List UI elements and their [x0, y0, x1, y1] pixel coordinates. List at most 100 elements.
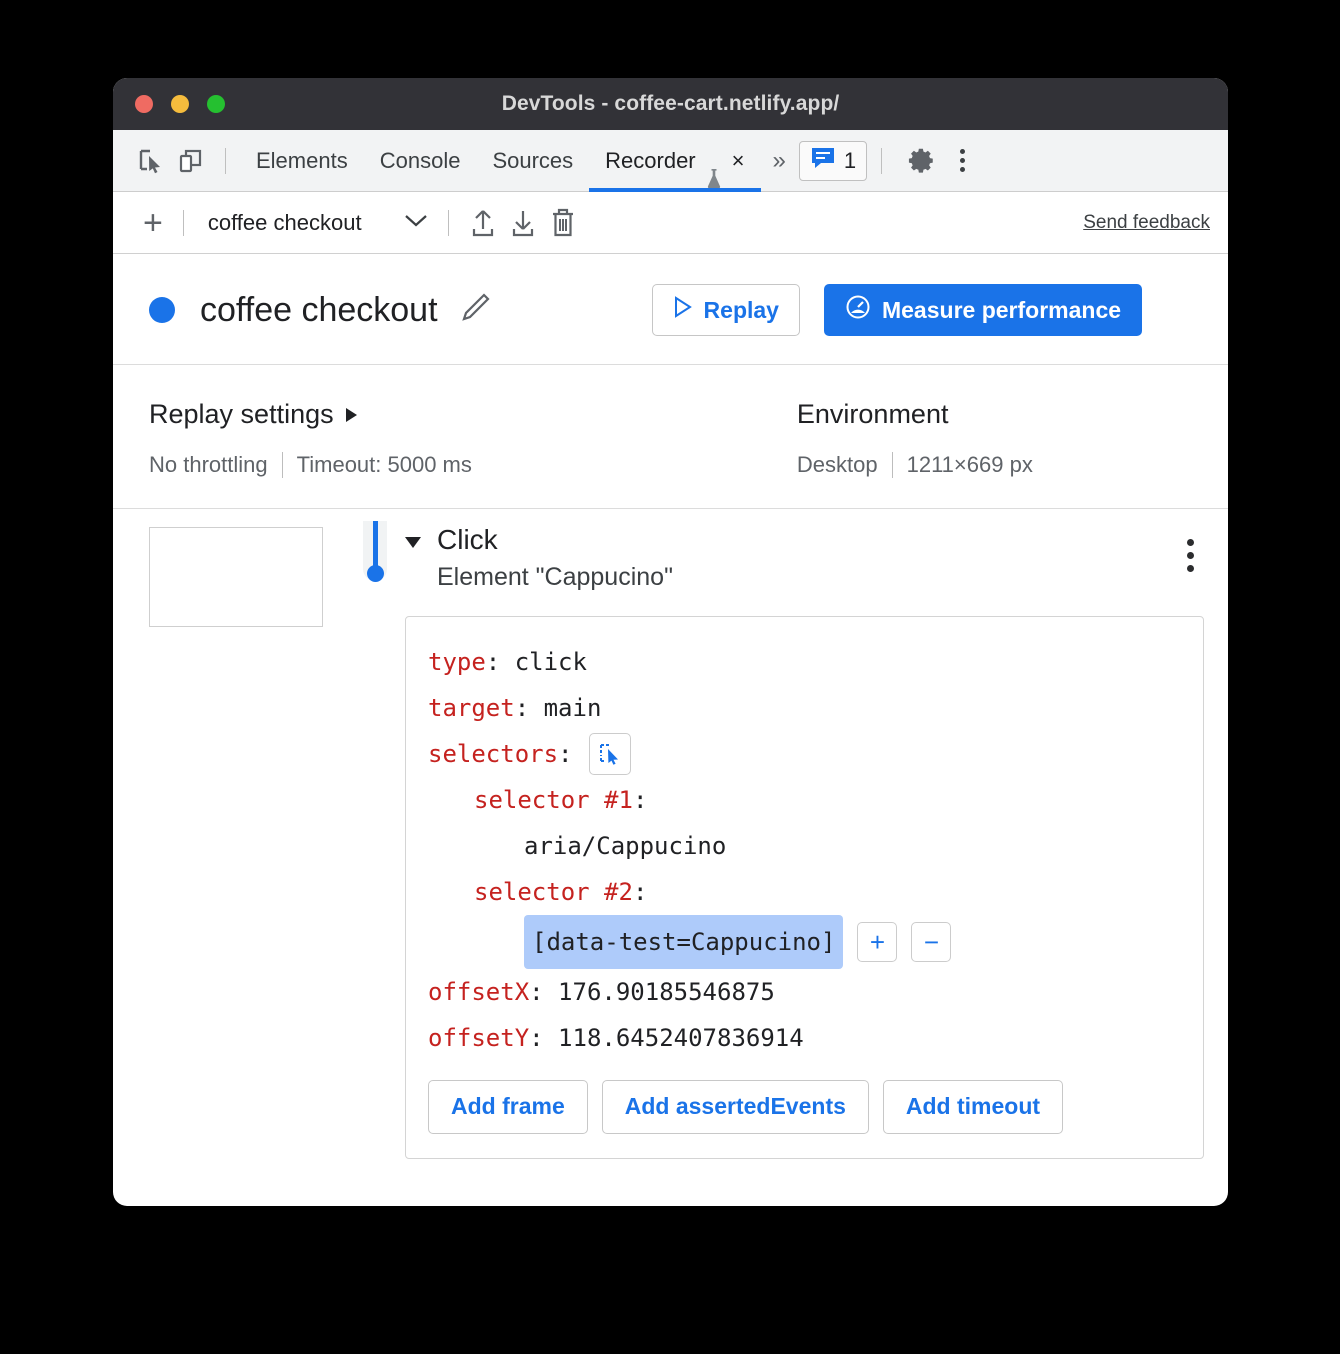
measure-performance-label: Measure performance — [882, 297, 1121, 324]
recording-selector-label[interactable]: coffee checkout — [208, 210, 362, 236]
code-key: selector #1 — [474, 777, 633, 823]
step-body: Click Element "Cappucino" type: click ta… — [405, 521, 1228, 1159]
kebab-menu-icon[interactable] — [942, 141, 982, 181]
tab-label: Elements — [256, 148, 348, 173]
value-divider — [892, 452, 893, 478]
tab-console[interactable]: Console — [364, 130, 477, 192]
selector-inspect-icon[interactable] — [589, 733, 631, 775]
selector-1-text[interactable]: aria/Cappucino — [524, 823, 726, 869]
step-menu-icon[interactable] — [1187, 521, 1204, 572]
tab-elements[interactable]: Elements — [240, 130, 364, 192]
code-value: : — [558, 731, 572, 777]
environment-label: Environment — [797, 399, 949, 430]
measure-performance-button[interactable]: Measure performance — [824, 284, 1142, 336]
replay-label: Replay — [704, 297, 779, 324]
issues-count: 1 — [844, 148, 856, 174]
code-value: : — [633, 777, 647, 823]
add-frame-button[interactable]: Add frame — [428, 1080, 588, 1134]
code-key: offsetY — [428, 1015, 529, 1061]
code-value[interactable]: : click — [486, 639, 587, 685]
performance-gauge-icon — [845, 294, 871, 326]
add-asserted-events-button[interactable]: Add assertedEvents — [602, 1080, 869, 1134]
step-screenshot-placeholder — [149, 527, 323, 627]
code-value: : — [633, 869, 647, 915]
window-title: DevTools - coffee-cart.netlify.app/ — [502, 92, 840, 116]
replay-button[interactable]: Replay — [652, 284, 800, 336]
code-value[interactable]: : 176.90185546875 — [529, 969, 775, 1015]
value-divider — [282, 452, 283, 478]
add-attribute-buttons: Add frame Add assertedEvents Add timeout — [406, 1062, 1203, 1134]
device-type-value: Desktop — [797, 452, 878, 478]
devtools-tab-strip: Elements Console Sources Recorder × — [113, 130, 1228, 192]
settings-row: Replay settings No throttling Timeout: 5… — [113, 365, 1228, 509]
step-timeline — [345, 521, 405, 1159]
code-key: selectors — [428, 731, 558, 777]
devtools-window: DevTools - coffee-cart.netlify.app/ Elem… — [113, 78, 1228, 1206]
step-row: Click Element "Cappucino" type: click ta… — [113, 509, 1228, 1159]
add-selector-button[interactable]: + — [857, 922, 897, 962]
new-recording-button[interactable]: + — [137, 206, 169, 240]
step-header[interactable]: Click Element "Cappucino" — [405, 521, 1204, 592]
code-key: offsetX — [428, 969, 529, 1015]
upload-icon[interactable] — [463, 203, 503, 243]
pencil-icon[interactable] — [458, 291, 492, 330]
step-subtitle: Element "Cappucino" — [437, 563, 673, 592]
environment-heading: Environment — [797, 399, 1033, 430]
device-toolbar-icon[interactable] — [171, 141, 211, 181]
tab-sources[interactable]: Sources — [476, 130, 589, 192]
window-controls[interactable] — [135, 95, 225, 113]
page-title: coffee checkout — [200, 291, 438, 330]
message-bubble-icon — [810, 146, 836, 175]
download-icon[interactable] — [503, 203, 543, 243]
play-triangle-icon — [673, 296, 693, 324]
minimize-window-button[interactable] — [171, 95, 189, 113]
recorder-toolbar: + coffee checkout — [113, 192, 1228, 254]
toolbar-divider-2 — [881, 148, 882, 174]
selector-2-text[interactable]: [data-test=Cappucino] — [524, 915, 843, 969]
trash-icon[interactable] — [543, 203, 583, 243]
add-timeout-button[interactable]: Add timeout — [883, 1080, 1063, 1134]
step-details-card: type: click target: main selectors: — [405, 616, 1204, 1159]
recording-status-dot — [149, 297, 175, 323]
environment-values: Desktop 1211×669 px — [797, 452, 1033, 478]
code-line-selectors: selectors: — [406, 731, 1203, 777]
chevron-down-icon[interactable] — [404, 211, 428, 234]
code-key: target — [428, 685, 515, 731]
screen-root: DevTools - coffee-cart.netlify.app/ Elem… — [0, 0, 1340, 1354]
code-value[interactable]: : 118.6452407836914 — [529, 1015, 804, 1061]
replay-settings-column: Replay settings No throttling Timeout: 5… — [149, 399, 472, 478]
close-window-button[interactable] — [135, 95, 153, 113]
gear-icon[interactable] — [902, 141, 942, 181]
replay-settings-label: Replay settings — [149, 399, 334, 430]
chevron-double-right-icon[interactable]: » — [761, 147, 795, 175]
code-line-target: target: main — [406, 685, 1203, 731]
flask-icon — [706, 151, 722, 171]
chevron-right-icon — [346, 408, 357, 422]
remove-selector-button[interactable]: − — [911, 922, 951, 962]
throttling-value: No throttling — [149, 452, 268, 478]
recording-header: coffee checkout Replay — [113, 254, 1228, 365]
replay-settings-toggle[interactable]: Replay settings — [149, 399, 472, 430]
timeline-step-dot — [367, 565, 384, 582]
code-line-offsety: offsetY: 118.6452407836914 — [406, 1015, 1203, 1061]
code-line-selector1-value[interactable]: aria/Cappucino — [406, 823, 1203, 869]
send-feedback-link[interactable]: Send feedback — [1083, 212, 1210, 234]
tab-label: Recorder — [605, 130, 695, 192]
recorder-toolbar-divider-2 — [448, 210, 449, 236]
inspect-element-icon[interactable] — [131, 141, 171, 181]
close-icon[interactable]: × — [732, 150, 745, 172]
environment-column: Environment Desktop 1211×669 px — [797, 399, 1033, 478]
maximize-window-button[interactable] — [207, 95, 225, 113]
issues-badge[interactable]: 1 — [799, 141, 867, 181]
window-title-bar: DevTools - coffee-cart.netlify.app/ — [113, 78, 1228, 130]
steps-list: Click Element "Cappucino" type: click ta… — [113, 509, 1228, 1199]
code-value[interactable]: : main — [515, 685, 602, 731]
tab-recorder[interactable]: Recorder × — [589, 130, 760, 192]
code-key: type — [428, 639, 486, 685]
chevron-down-icon[interactable] — [405, 537, 421, 548]
code-line-selector1-key: selector #1: — [406, 777, 1203, 823]
code-line-type: type: click — [406, 639, 1203, 685]
code-key: selector #2 — [474, 869, 633, 915]
timeline-progress-line — [373, 521, 378, 566]
timeout-value: Timeout: 5000 ms — [297, 452, 472, 478]
